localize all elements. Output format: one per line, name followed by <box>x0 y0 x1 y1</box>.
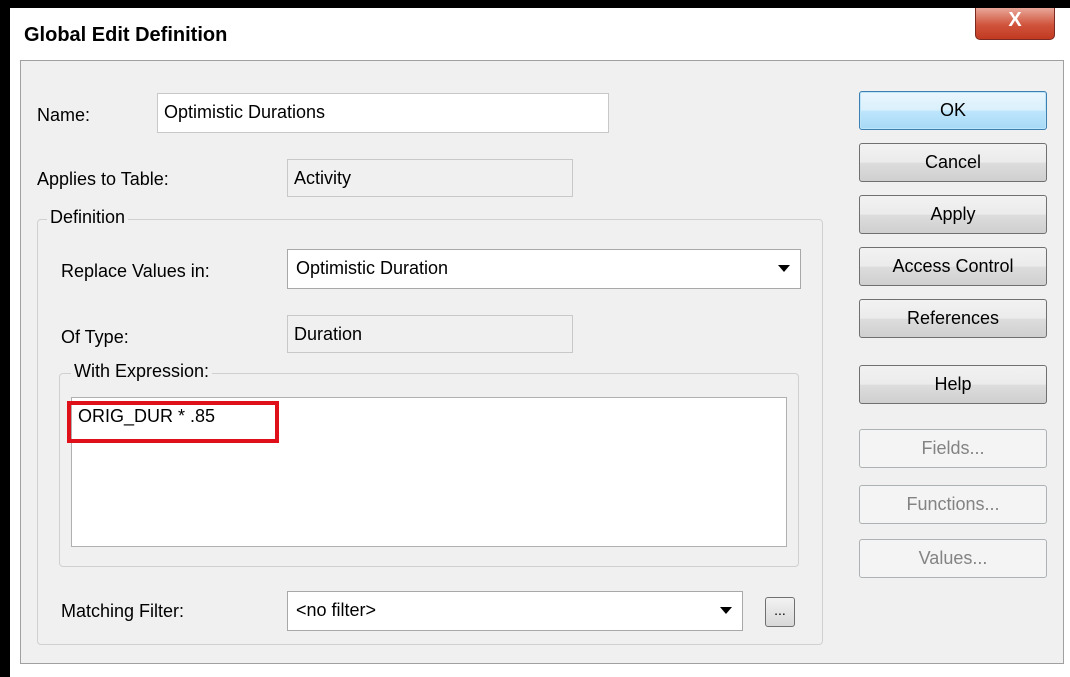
matching-filter-selected: <no filter> <box>296 600 377 620</box>
dialog-window: Global Edit Definition X Name: Optimisti… <box>10 8 1070 677</box>
window-title: Global Edit Definition <box>24 24 228 46</box>
chevron-down-icon <box>778 265 790 272</box>
filter-browse-button[interactable]: ... <box>765 597 795 627</box>
functions-button[interactable]: Functions... <box>859 485 1047 524</box>
close-icon: X <box>1008 9 1022 31</box>
matching-filter-dropdown[interactable]: <no filter> <box>287 591 743 631</box>
title-bar[interactable]: Global Edit Definition X <box>10 8 1070 60</box>
fields-button[interactable]: Fields... <box>859 429 1047 468</box>
chevron-down-icon <box>720 607 732 614</box>
close-button[interactable]: X <box>975 8 1055 40</box>
applies-to-table-label: Applies to Table: <box>37 169 169 189</box>
name-input[interactable]: Optimistic Durations <box>157 93 609 133</box>
help-button[interactable]: Help <box>859 365 1047 404</box>
expression-legend: With Expression: <box>71 361 213 382</box>
replace-values-label: Replace Values in: <box>61 261 210 281</box>
definition-legend: Definition <box>47 207 129 228</box>
dialog-client-area: Name: Optimistic Durations Applies to Ta… <box>20 60 1064 664</box>
cancel-button[interactable]: Cancel <box>859 143 1047 182</box>
matching-filter-label: Matching Filter: <box>61 601 185 621</box>
references-button[interactable]: References <box>859 299 1047 338</box>
of-type-label: Of Type: <box>61 327 129 347</box>
replace-values-selected: Optimistic Duration <box>296 258 449 278</box>
expression-highlight-box <box>67 401 279 443</box>
access-control-button[interactable]: Access Control <box>859 247 1047 286</box>
values-button[interactable]: Values... <box>859 539 1047 578</box>
of-type-field: Duration <box>287 315 573 353</box>
applies-to-table-field: Activity <box>287 159 573 197</box>
name-label: Name: <box>37 105 91 125</box>
apply-button[interactable]: Apply <box>859 195 1047 234</box>
replace-values-dropdown[interactable]: Optimistic Duration <box>287 249 801 289</box>
ok-button[interactable]: OK <box>859 91 1047 130</box>
